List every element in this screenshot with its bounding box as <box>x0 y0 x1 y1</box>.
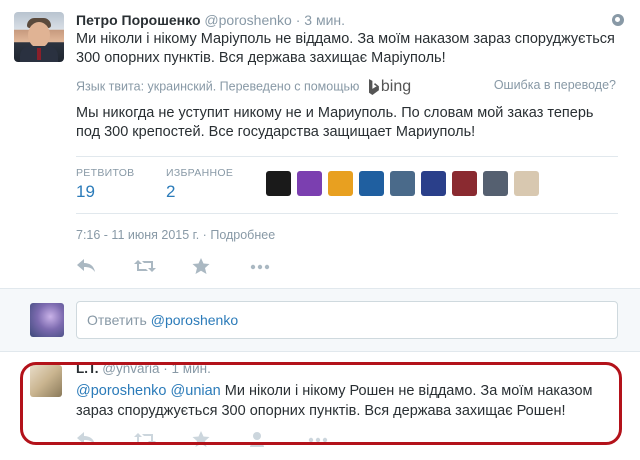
favoriter-avatar[interactable] <box>328 171 353 196</box>
favorites-count: 2 <box>166 182 176 201</box>
favoriter-avatar[interactable] <box>390 171 415 196</box>
author-avatar[interactable] <box>14 12 64 62</box>
favoriter-avatars <box>266 171 539 196</box>
reply-mention-poroshenko[interactable]: @poroshenko <box>76 383 167 399</box>
favoriter-avatar[interactable] <box>421 171 446 196</box>
more-icon <box>250 264 270 270</box>
translated-text: Мы никогда не уступит никому не и Мариуп… <box>76 105 594 140</box>
globe-icon[interactable] <box>612 14 624 26</box>
reply-author-handle[interactable]: @ynvaria <box>102 361 159 376</box>
reply-text: @poroshenko @unian Ми ніколи і нікому Ро… <box>76 381 596 421</box>
retweet-button[interactable] <box>134 258 192 276</box>
tweet-header: Петро Порошенко @poroshenko · 3 мин. <box>76 12 345 28</box>
reply-header: L.T. @ynvaria · 1 мин. <box>76 361 211 376</box>
reply-input[interactable]: Ответить @poroshenko <box>76 301 618 339</box>
bing-logo: bing <box>368 78 412 96</box>
tweet-actions <box>76 258 308 276</box>
retweet-icon <box>134 260 156 272</box>
retweets-label: РЕТВИТОВ <box>76 167 135 179</box>
star-icon <box>192 258 210 274</box>
reply-tweet: L.T. @ynvaria · 1 мин. @poroshenko @unia… <box>0 353 640 460</box>
reply-actions <box>76 431 366 449</box>
favorite-button[interactable] <box>192 258 250 276</box>
reply-author-avatar[interactable] <box>30 365 62 397</box>
favoriter-avatar[interactable] <box>452 171 477 196</box>
reply-button[interactable] <box>76 258 134 276</box>
separator-dot: · <box>163 361 168 376</box>
tweet-text: Ми ніколи і нікому Маріуполь не віддамо.… <box>76 31 615 66</box>
current-user-avatar <box>30 303 64 337</box>
reply-mention-unian[interactable]: @unian <box>171 383 221 399</box>
favorite-button[interactable] <box>192 431 250 449</box>
divider <box>76 156 618 157</box>
favoriter-avatar[interactable] <box>297 171 322 196</box>
bing-icon <box>368 79 379 95</box>
separator-dot: · <box>202 228 207 242</box>
more-button[interactable] <box>250 258 308 276</box>
details-link[interactable]: Подробнее <box>210 228 275 242</box>
reply-mention: @poroshenko <box>150 312 239 328</box>
favoriter-avatar[interactable] <box>514 171 539 196</box>
tweet-time[interactable]: 3 мин. <box>304 12 345 28</box>
reply-author-name[interactable]: L.T. <box>76 361 99 376</box>
favorites-label: ИЗБРАННОЕ <box>166 167 234 179</box>
favoriter-avatar[interactable] <box>359 171 384 196</box>
retweet-button[interactable] <box>134 431 192 449</box>
favorites-stat[interactable]: ИЗБРАННОЕ 2 <box>166 167 233 202</box>
bing-label: bing <box>380 78 412 95</box>
separator-dot: · <box>295 12 301 28</box>
retweets-count: 19 <box>76 182 95 201</box>
reply-placeholder: Ответить <box>87 312 147 328</box>
favoriter-avatar[interactable] <box>483 171 508 196</box>
tweet-meta: 7:16 - 11 июня 2015 г. · Подробнее <box>76 228 275 242</box>
tweet-stats: РЕТВИТОВ 19 ИЗБРАННОЕ 2 <box>76 163 618 207</box>
star-icon <box>192 431 210 447</box>
main-tweet: Петро Порошенко @poroshenko · 3 мин. Ми … <box>0 0 640 288</box>
follow-button[interactable] <box>250 431 308 449</box>
tweet-timestamp: 7:16 - 11 июня 2015 г. <box>76 228 200 242</box>
reply-button[interactable] <box>76 431 134 449</box>
reply-icon <box>77 259 95 272</box>
translation-bar: Язык твита: украинский. Переведено с пом… <box>76 78 616 96</box>
translation-note: Язык твита: украинский. Переведено с пом… <box>76 79 360 94</box>
favoriter-avatar[interactable] <box>266 171 291 196</box>
follow-icon <box>250 432 264 447</box>
retweet-icon <box>134 433 156 445</box>
reply-box: Ответить @poroshenko <box>0 288 640 352</box>
reply-icon <box>77 432 95 445</box>
retweets-stat[interactable]: РЕТВИТОВ 19 <box>76 167 134 202</box>
divider <box>76 213 618 214</box>
reply-time[interactable]: 1 мин. <box>172 361 211 376</box>
author-name[interactable]: Петро Порошенко <box>76 12 201 28</box>
author-handle[interactable]: @poroshenko <box>204 12 291 28</box>
more-icon <box>308 437 328 443</box>
more-button[interactable] <box>308 431 366 449</box>
translation-error-link[interactable]: Ошибка в переводе? <box>494 78 616 92</box>
